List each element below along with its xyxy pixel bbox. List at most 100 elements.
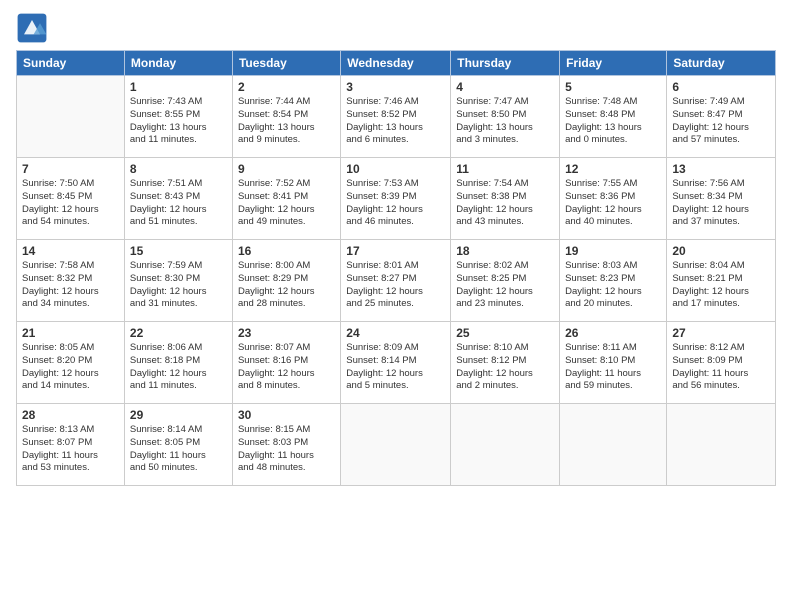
- calendar-week-5: 28 Sunrise: 8:13 AM Sunset: 8:07 PM Dayli…: [17, 404, 776, 486]
- day-number: 22: [130, 326, 227, 340]
- day-number: 10: [346, 162, 445, 176]
- day-info: Sunrise: 7:53 AM Sunset: 8:39 PM Dayligh…: [346, 178, 445, 229]
- day-number: 9: [238, 162, 335, 176]
- calendar-cell: 8Sunrise: 7:51 AM Sunset: 8:43 PM Daylig…: [124, 158, 232, 240]
- day-info: Sunrise: 8:07 AM Sunset: 8:16 PM Dayligh…: [238, 342, 335, 393]
- day-number: 5: [565, 80, 661, 94]
- day-info: Sunrise: 8:09 AM Sunset: 8:14 PM Dayligh…: [346, 342, 445, 393]
- day-info: Sunrise: 8:00 AM Sunset: 8:29 PM Dayligh…: [238, 260, 335, 311]
- calendar-cell: 12 Sunrise: 7:55 AM Sunset: 8:36 PM Dayli…: [560, 158, 667, 240]
- day-number: 17: [346, 244, 445, 258]
- day-info: Sunrise: 8:05 AM Sunset: 8:20 PM Dayligh…: [22, 342, 119, 393]
- calendar-header: SundayMondayTuesdayWednesdayThursdayFrid…: [17, 51, 776, 76]
- day-number: 6: [672, 80, 770, 94]
- day-info: Sunrise: 7:58 AM Sunset: 8:32 PM Dayligh…: [22, 260, 119, 311]
- day-number: 25: [456, 326, 554, 340]
- day-number: 30: [238, 408, 335, 422]
- calendar-cell: 26 Sunrise: 8:11 AM Sunset: 8:10 PM Dayli…: [560, 322, 667, 404]
- calendar-cell: 28 Sunrise: 8:13 AM Sunset: 8:07 PM Dayli…: [17, 404, 125, 486]
- calendar-week-2: 7 Sunrise: 7:50 AM Sunset: 8:45 PM Daylig…: [17, 158, 776, 240]
- day-number: 2: [238, 80, 335, 94]
- header-cell-monday: Monday: [124, 51, 232, 76]
- day-number: 4: [456, 80, 554, 94]
- calendar-cell: 27 Sunrise: 8:12 AM Sunset: 8:09 PM Dayli…: [667, 322, 776, 404]
- calendar-cell: 11Sunrise: 7:54 AM Sunset: 8:38 PM Dayli…: [451, 158, 560, 240]
- calendar-cell: 6 Sunrise: 7:49 AM Sunset: 8:47 PM Daylig…: [667, 76, 776, 158]
- header-cell-thursday: Thursday: [451, 51, 560, 76]
- calendar-cell: 2 Sunrise: 7:44 AM Sunset: 8:54 PM Daylig…: [232, 76, 340, 158]
- calendar-cell: 18Sunrise: 8:02 AM Sunset: 8:25 PM Dayli…: [451, 240, 560, 322]
- calendar-cell: [341, 404, 451, 486]
- calendar-cell: [560, 404, 667, 486]
- day-number: 23: [238, 326, 335, 340]
- calendar-cell: 19 Sunrise: 8:03 AM Sunset: 8:23 PM Dayli…: [560, 240, 667, 322]
- day-number: 24: [346, 326, 445, 340]
- calendar-body: 1Sunrise: 7:43 AM Sunset: 8:55 PM Daylig…: [17, 76, 776, 486]
- day-number: 26: [565, 326, 661, 340]
- calendar-cell: 15 Sunrise: 7:59 AM Sunset: 8:30 PM Dayli…: [124, 240, 232, 322]
- calendar-cell: 7 Sunrise: 7:50 AM Sunset: 8:45 PM Daylig…: [17, 158, 125, 240]
- day-number: 28: [22, 408, 119, 422]
- day-info: Sunrise: 7:49 AM Sunset: 8:47 PM Dayligh…: [672, 96, 770, 147]
- day-info: Sunrise: 8:11 AM Sunset: 8:10 PM Dayligh…: [565, 342, 661, 393]
- day-info: Sunrise: 8:04 AM Sunset: 8:21 PM Dayligh…: [672, 260, 770, 311]
- calendar-cell: 23 Sunrise: 8:07 AM Sunset: 8:16 PM Dayli…: [232, 322, 340, 404]
- calendar-cell: 29Sunrise: 8:14 AM Sunset: 8:05 PM Dayli…: [124, 404, 232, 486]
- day-info: Sunrise: 8:10 AM Sunset: 8:12 PM Dayligh…: [456, 342, 554, 393]
- calendar-week-3: 14 Sunrise: 7:58 AM Sunset: 8:32 PM Dayli…: [17, 240, 776, 322]
- calendar-cell: 24 Sunrise: 8:09 AM Sunset: 8:14 PM Dayli…: [341, 322, 451, 404]
- calendar-cell: 20 Sunrise: 8:04 AM Sunset: 8:21 PM Dayli…: [667, 240, 776, 322]
- header-cell-friday: Friday: [560, 51, 667, 76]
- calendar-table: SundayMondayTuesdayWednesdayThursdayFrid…: [16, 50, 776, 486]
- day-number: 19: [565, 244, 661, 258]
- calendar-cell: 9 Sunrise: 7:52 AM Sunset: 8:41 PM Daylig…: [232, 158, 340, 240]
- day-info: Sunrise: 7:50 AM Sunset: 8:45 PM Dayligh…: [22, 178, 119, 229]
- day-info: Sunrise: 8:13 AM Sunset: 8:07 PM Dayligh…: [22, 424, 119, 475]
- calendar-cell: 1Sunrise: 7:43 AM Sunset: 8:55 PM Daylig…: [124, 76, 232, 158]
- day-info: Sunrise: 7:44 AM Sunset: 8:54 PM Dayligh…: [238, 96, 335, 147]
- calendar-cell: [451, 404, 560, 486]
- page-container: SundayMondayTuesdayWednesdayThursdayFrid…: [0, 0, 792, 494]
- calendar-cell: 13 Sunrise: 7:56 AM Sunset: 8:34 PM Dayli…: [667, 158, 776, 240]
- day-number: 12: [565, 162, 661, 176]
- day-number: 3: [346, 80, 445, 94]
- day-info: Sunrise: 7:48 AM Sunset: 8:48 PM Dayligh…: [565, 96, 661, 147]
- day-number: 7: [22, 162, 119, 176]
- day-info: Sunrise: 8:03 AM Sunset: 8:23 PM Dayligh…: [565, 260, 661, 311]
- day-number: 27: [672, 326, 770, 340]
- day-number: 11: [456, 162, 554, 176]
- day-number: 13: [672, 162, 770, 176]
- day-info: Sunrise: 7:55 AM Sunset: 8:36 PM Dayligh…: [565, 178, 661, 229]
- day-number: 8: [130, 162, 227, 176]
- day-info: Sunrise: 7:47 AM Sunset: 8:50 PM Dayligh…: [456, 96, 554, 147]
- calendar-week-4: 21 Sunrise: 8:05 AM Sunset: 8:20 PM Dayli…: [17, 322, 776, 404]
- day-number: 18: [456, 244, 554, 258]
- calendar-cell: 21 Sunrise: 8:05 AM Sunset: 8:20 PM Dayli…: [17, 322, 125, 404]
- day-number: 15: [130, 244, 227, 258]
- calendar-cell: 25 Sunrise: 8:10 AM Sunset: 8:12 PM Dayli…: [451, 322, 560, 404]
- day-info: Sunrise: 7:43 AM Sunset: 8:55 PM Dayligh…: [130, 96, 227, 147]
- calendar-cell: 5 Sunrise: 7:48 AM Sunset: 8:48 PM Daylig…: [560, 76, 667, 158]
- day-info: Sunrise: 7:46 AM Sunset: 8:52 PM Dayligh…: [346, 96, 445, 147]
- day-number: 20: [672, 244, 770, 258]
- day-info: Sunrise: 7:59 AM Sunset: 8:30 PM Dayligh…: [130, 260, 227, 311]
- calendar-cell: [17, 76, 125, 158]
- day-number: 14: [22, 244, 119, 258]
- day-info: Sunrise: 8:01 AM Sunset: 8:27 PM Dayligh…: [346, 260, 445, 311]
- day-info: Sunrise: 8:15 AM Sunset: 8:03 PM Dayligh…: [238, 424, 335, 475]
- day-info: Sunrise: 7:52 AM Sunset: 8:41 PM Dayligh…: [238, 178, 335, 229]
- calendar-cell: 22Sunrise: 8:06 AM Sunset: 8:18 PM Dayli…: [124, 322, 232, 404]
- day-info: Sunrise: 8:12 AM Sunset: 8:09 PM Dayligh…: [672, 342, 770, 393]
- day-info: Sunrise: 7:56 AM Sunset: 8:34 PM Dayligh…: [672, 178, 770, 229]
- day-info: Sunrise: 8:14 AM Sunset: 8:05 PM Dayligh…: [130, 424, 227, 475]
- calendar-cell: 17 Sunrise: 8:01 AM Sunset: 8:27 PM Dayli…: [341, 240, 451, 322]
- calendar-cell: 14 Sunrise: 7:58 AM Sunset: 8:32 PM Dayli…: [17, 240, 125, 322]
- calendar-cell: 16 Sunrise: 8:00 AM Sunset: 8:29 PM Dayli…: [232, 240, 340, 322]
- calendar-cell: [667, 404, 776, 486]
- calendar-week-1: 1Sunrise: 7:43 AM Sunset: 8:55 PM Daylig…: [17, 76, 776, 158]
- day-number: 21: [22, 326, 119, 340]
- day-number: 16: [238, 244, 335, 258]
- header: [16, 12, 776, 44]
- header-cell-saturday: Saturday: [667, 51, 776, 76]
- header-cell-wednesday: Wednesday: [341, 51, 451, 76]
